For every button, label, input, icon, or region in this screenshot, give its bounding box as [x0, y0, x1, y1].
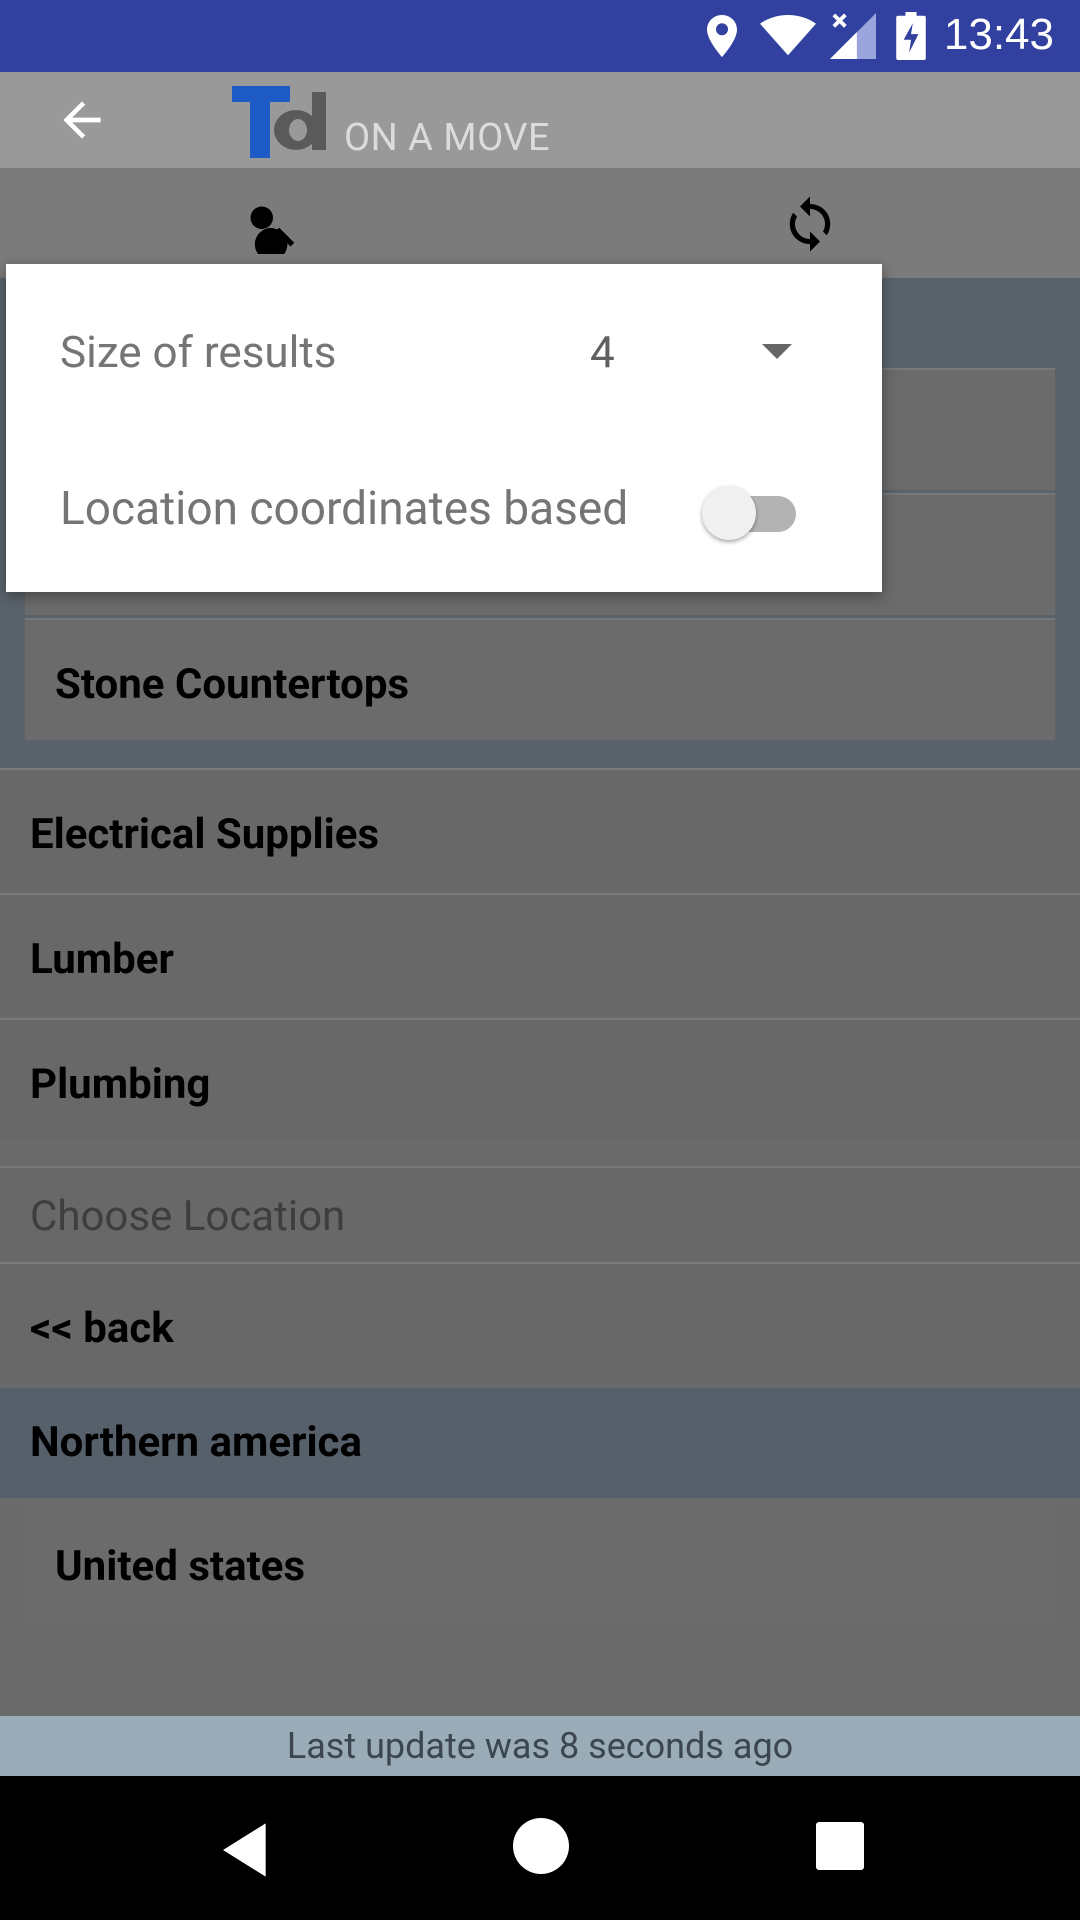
list-item-label: Stone Countertops	[55, 660, 410, 709]
nav-recents-icon[interactable]	[816, 1822, 864, 1870]
toolbar	[0, 168, 1080, 278]
size-of-results-label: Size of results	[60, 326, 337, 378]
location-coordinates-label: Location coordinates based	[60, 482, 629, 536]
search-icon[interactable]	[238, 194, 298, 254]
nav-home-icon[interactable]	[513, 1818, 569, 1874]
country-label: United states	[55, 1542, 306, 1591]
switch-thumb	[702, 486, 756, 540]
region-item[interactable]: Northern america	[0, 1388, 1080, 1498]
app-logo	[232, 86, 326, 158]
location-coordinates-switch[interactable]	[702, 478, 802, 540]
last-update-status: Last update was 8 seconds ago	[0, 1716, 1080, 1776]
battery-charging-icon	[896, 12, 926, 60]
app-subtitle: ON A MOVE	[344, 116, 551, 160]
list-item[interactable]: Plumbing	[0, 1018, 1080, 1140]
country-item[interactable]: United states	[25, 1502, 1055, 1622]
location-pin-icon	[707, 15, 737, 57]
nav-back-icon[interactable]	[215, 1818, 279, 1882]
wifi-icon	[760, 15, 816, 56]
list-item-label: Electrical Supplies	[30, 810, 380, 859]
cell-signal-icon	[830, 13, 876, 59]
list-item[interactable]: Electrical Supplies	[0, 768, 1080, 890]
list-item[interactable]: Stone Countertops	[25, 618, 1055, 740]
app-bar: ON A MOVE	[0, 72, 1080, 168]
choose-location-label: Choose Location	[30, 1192, 346, 1241]
list-item[interactable]: Lumber	[0, 893, 1080, 1015]
status-bar: 13:43	[0, 0, 1080, 72]
list-item-label: Lumber	[30, 935, 174, 984]
back-row[interactable]: << back	[0, 1262, 1080, 1384]
settings-dialog: Size of results 4 Location coordinates b…	[6, 264, 882, 592]
size-of-results-value[interactable]: 4	[590, 326, 615, 378]
back-arrow-icon[interactable]	[52, 92, 112, 148]
sync-icon[interactable]	[780, 194, 840, 254]
dropdown-arrow-icon[interactable]	[762, 344, 792, 359]
choose-location-header: Choose Location	[0, 1166, 1080, 1262]
list-item-label: Plumbing	[30, 1060, 211, 1109]
status-time: 13:43	[943, 10, 1054, 59]
system-nav-bar	[0, 1776, 1080, 1920]
back-label: << back	[30, 1304, 174, 1353]
region-label: Northern america	[30, 1418, 362, 1467]
